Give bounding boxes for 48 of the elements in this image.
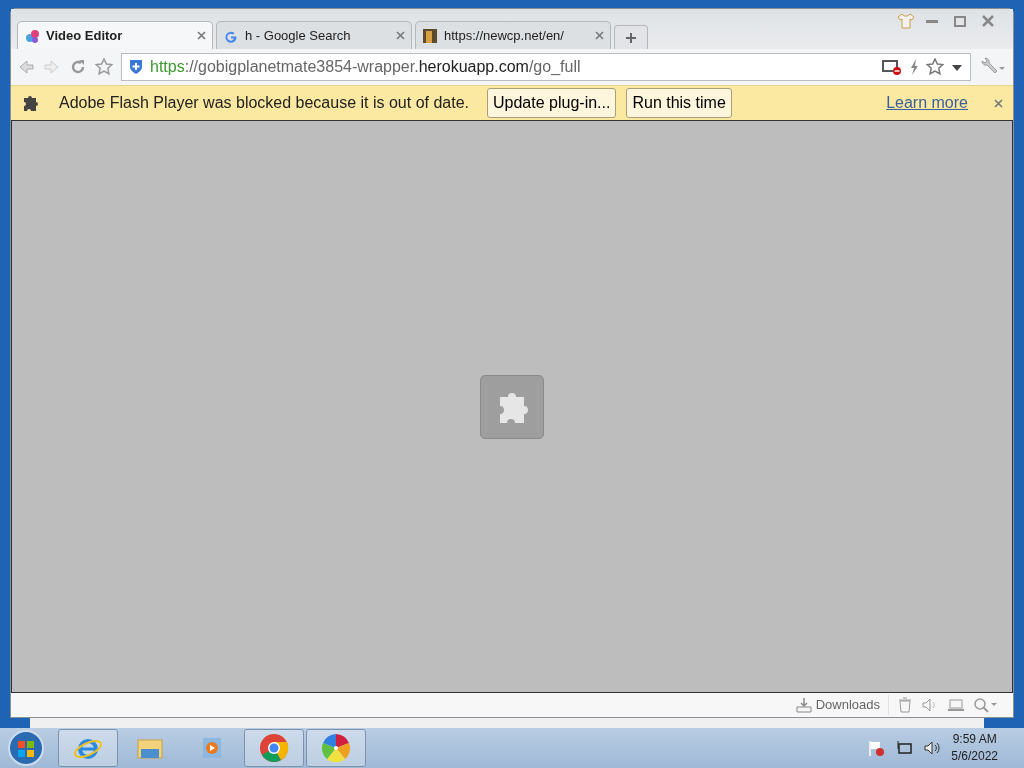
flag-error-icon[interactable] bbox=[867, 739, 886, 757]
minimize-icon bbox=[926, 19, 938, 23]
clock-date[interactable]: 5/6/2022 bbox=[951, 748, 998, 765]
taskbar-app-button[interactable] bbox=[306, 729, 366, 767]
browser-tab[interactable]: Video Editor bbox=[17, 21, 213, 49]
chrome-icon bbox=[259, 733, 289, 763]
tab-title: https://newcp.net/en/ bbox=[444, 26, 565, 45]
infobar-message: Adobe Flash Player was blocked because it is out of date. bbox=[59, 93, 469, 113]
tab-title: Video Editor bbox=[46, 26, 124, 45]
close-tab-icon[interactable] bbox=[197, 31, 206, 40]
blocked-window-icon[interactable] bbox=[882, 58, 902, 76]
close-icon bbox=[982, 15, 994, 27]
browser-tab[interactable]: https://newcp.net/en/ bbox=[415, 21, 611, 49]
back-icon[interactable] bbox=[17, 58, 35, 76]
close-tab-icon[interactable] bbox=[396, 31, 405, 40]
trash-icon[interactable] bbox=[897, 697, 913, 713]
lightning-icon[interactable] bbox=[908, 58, 920, 76]
address-bar[interactable]: https://gobigplanetmate3854-wrapper.herokuapp.com/go_full bbox=[121, 53, 971, 81]
reload-icon[interactable] bbox=[69, 58, 87, 76]
network-icon[interactable] bbox=[895, 739, 914, 757]
star-icon[interactable] bbox=[95, 58, 113, 76]
close-tab-icon[interactable] bbox=[595, 31, 604, 40]
tab-title: h - Google Search bbox=[245, 26, 352, 45]
laptop-icon[interactable] bbox=[947, 697, 965, 713]
infobar-button[interactable]: Run this time bbox=[626, 88, 732, 118]
shield-icon bbox=[128, 59, 144, 75]
zoom-icon[interactable] bbox=[973, 697, 999, 713]
taskbar-app-button[interactable] bbox=[244, 729, 304, 767]
downloads-button[interactable]: Downloads bbox=[795, 695, 889, 715]
learn-more-link[interactable]: Learn more bbox=[886, 91, 968, 115]
maximize-icon bbox=[954, 15, 966, 27]
photo-thumbnail-icon bbox=[422, 27, 438, 44]
url-text: https://gobigplanetmate3854-wrapper.herokuapp.com/go_full bbox=[150, 57, 582, 77]
clock-time[interactable]: 9:59 AM bbox=[951, 731, 998, 748]
pinwheel-icon bbox=[321, 733, 351, 763]
plus-icon bbox=[625, 32, 637, 45]
puzzle-piece-icon bbox=[21, 93, 41, 113]
infobar-button[interactable]: Update plug-in... bbox=[487, 88, 617, 118]
star-icon[interactable] bbox=[926, 58, 944, 76]
taskbar-app-button[interactable] bbox=[58, 729, 118, 767]
new-tab-button[interactable] bbox=[614, 25, 648, 49]
close-infobar-icon[interactable] bbox=[994, 98, 1003, 108]
shirt-icon[interactable] bbox=[897, 13, 915, 29]
colorful-logo-icon bbox=[24, 27, 40, 44]
browser-tab[interactable]: h - Google Search bbox=[216, 21, 412, 49]
start-button[interactable] bbox=[6, 729, 46, 767]
volume-icon[interactable] bbox=[923, 739, 942, 757]
download-tray-icon bbox=[795, 697, 812, 713]
